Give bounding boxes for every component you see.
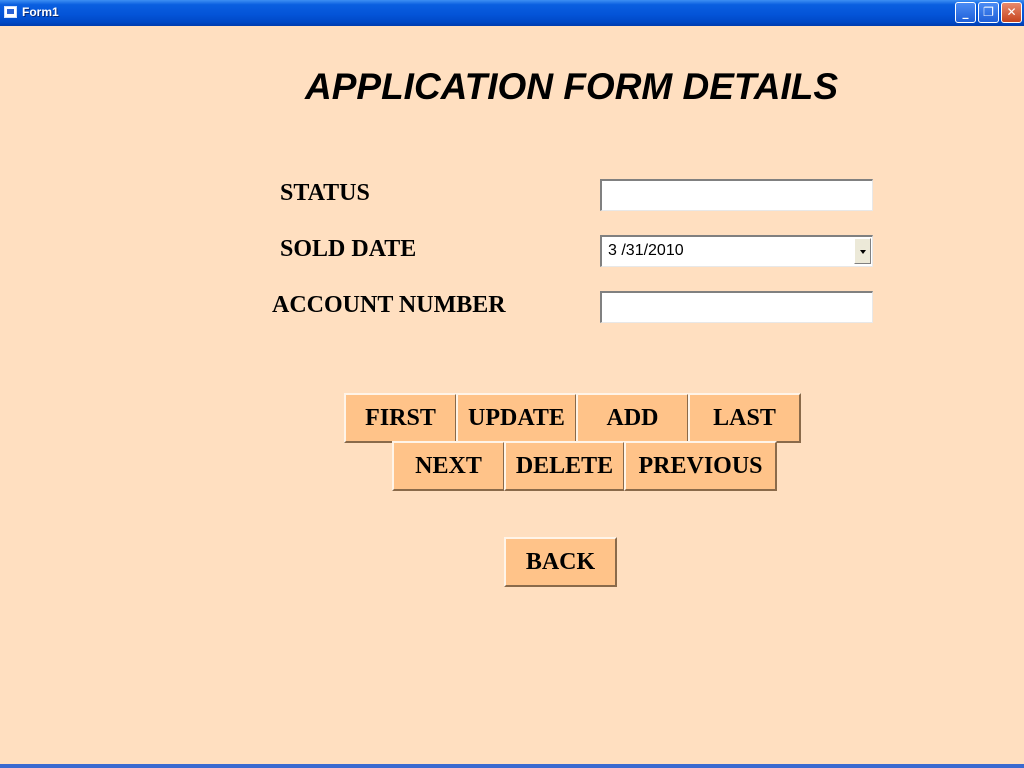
next-button[interactable]: NEXT xyxy=(392,441,505,491)
window-bottom-border xyxy=(0,764,1024,768)
account-number-label: ACCOUNT NUMBER xyxy=(272,292,506,318)
account-number-input[interactable] xyxy=(600,291,873,323)
update-button[interactable]: UPDATE xyxy=(456,393,577,443)
maximize-button[interactable]: ❐ xyxy=(978,2,999,23)
app-icon[interactable] xyxy=(4,6,17,18)
first-button[interactable]: FIRST xyxy=(344,393,457,443)
sold-date-value: 3 /31/2010 xyxy=(608,242,684,259)
previous-button[interactable]: PREVIOUS xyxy=(624,441,777,491)
add-button[interactable]: ADD xyxy=(576,393,689,443)
window-titlebar[interactable]: Form1 _ ❐ ✕ xyxy=(0,0,1024,26)
window-title: Form1 xyxy=(22,5,59,19)
delete-button[interactable]: DELETE xyxy=(504,441,625,491)
restore-icon: ❐ xyxy=(983,5,994,19)
status-label: STATUS xyxy=(280,180,370,206)
form-heading: APPLICATION FORM DETAILS xyxy=(305,66,839,107)
sold-date-label: SOLD DATE xyxy=(280,236,417,262)
close-icon: ✕ xyxy=(1006,5,1017,19)
last-button[interactable]: LAST xyxy=(688,393,801,443)
minimize-icon: _ xyxy=(962,5,969,19)
chevron-down-icon[interactable] xyxy=(854,238,871,264)
sold-date-picker[interactable]: 3 /31/2010 xyxy=(600,235,873,267)
close-button[interactable]: ✕ xyxy=(1001,2,1022,23)
minimize-button[interactable]: _ xyxy=(955,2,976,23)
status-input[interactable] xyxy=(600,179,873,211)
back-button[interactable]: BACK xyxy=(504,537,617,587)
